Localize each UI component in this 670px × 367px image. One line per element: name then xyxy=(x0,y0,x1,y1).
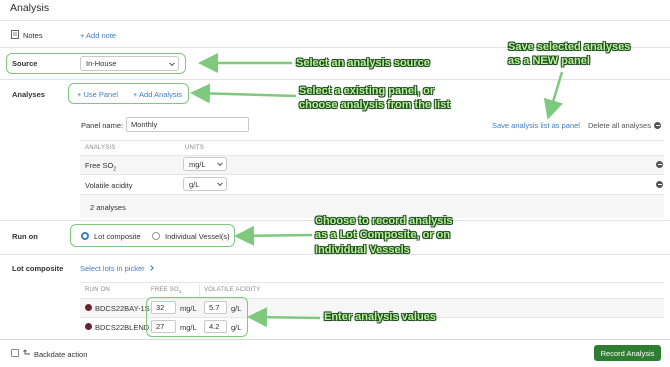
callout-source: Select an analysis source xyxy=(296,57,430,69)
callout-record-line1: Choose to record analysis xyxy=(315,215,453,227)
callout-save-panel-line2: as a NEW panel xyxy=(508,55,590,67)
callout-save-panel-line1: Save selected analyses xyxy=(508,41,631,53)
callout-panel-line2: choose analysis from the list xyxy=(299,99,450,111)
arrow-icon xyxy=(543,71,564,120)
callout-panel-line1: Select a existing panel, or xyxy=(299,85,435,97)
arrow-icon xyxy=(247,307,321,328)
callout-values: Enter analysis values xyxy=(324,311,436,323)
callout-record-line3: Individual Vessels xyxy=(315,244,410,256)
arrow-icon xyxy=(190,83,297,104)
callout-record-line2: as a Lot Composite, or on xyxy=(315,229,451,241)
arrow-icon xyxy=(234,225,313,246)
